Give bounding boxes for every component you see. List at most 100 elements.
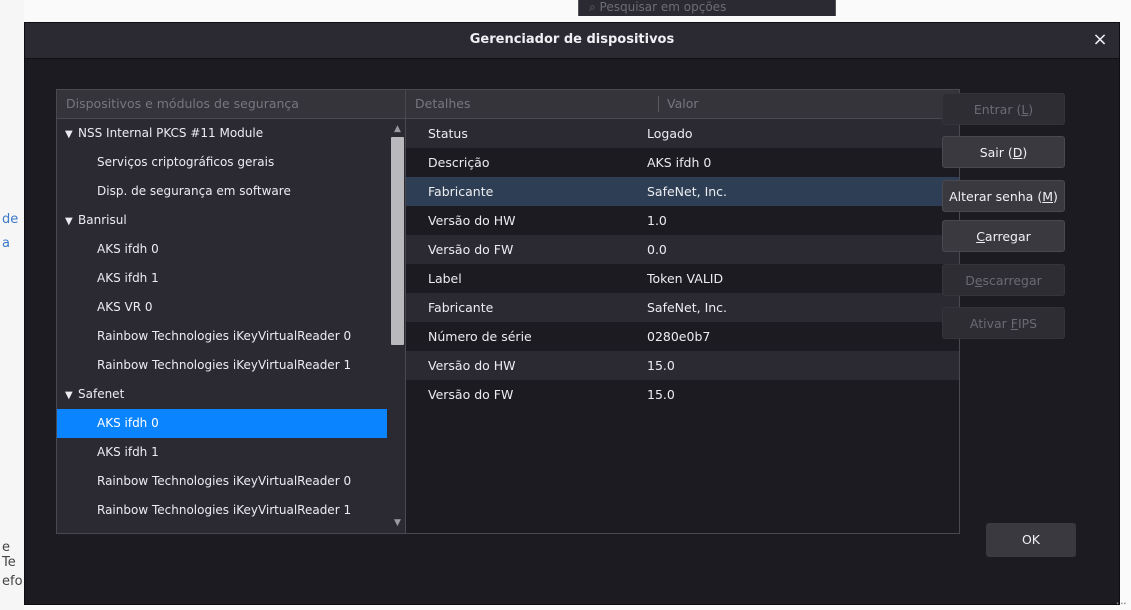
detail-key: Versão do FW bbox=[428, 242, 514, 257]
background-text: a bbox=[2, 236, 10, 251]
button-label-part: Entrar ( bbox=[973, 102, 1022, 117]
background-text: e Te bbox=[2, 540, 16, 570]
tree-column-header[interactable]: Dispositivos e módulos de segurança bbox=[57, 90, 406, 119]
logout-button[interactable]: Sair (D) bbox=[942, 136, 1065, 168]
tree-scrollbar[interactable]: ▲ ▼ bbox=[389, 119, 406, 533]
enable-fips-button[interactable]: Ativar FIPS bbox=[942, 307, 1065, 339]
button-access-key: M bbox=[1042, 189, 1053, 204]
tree-row-label: Serviços criptográficos gerais bbox=[97, 155, 275, 169]
tree-module-row[interactable]: ▼ Safenet bbox=[57, 380, 387, 409]
details-rows: Status Logado Descrição AKS ifdh 0 Fabricant… bbox=[406, 119, 959, 409]
details-row[interactable]: Número de série 0280e0b7 bbox=[406, 322, 959, 351]
tree-device-row[interactable]: AKS ifdh 1 bbox=[57, 438, 387, 467]
scrollbar-thumb[interactable] bbox=[391, 137, 404, 345]
details-row[interactable]: Versão do FW 15.0 bbox=[406, 380, 959, 409]
details-row[interactable]: Fabricante SafeNet, Inc. bbox=[406, 293, 959, 322]
detail-key: Label bbox=[428, 271, 462, 286]
login-button[interactable]: Entrar (L) bbox=[942, 93, 1065, 125]
search-icon: ⌕ bbox=[589, 0, 600, 14]
tree-device-row[interactable]: AKS ifdh 0 bbox=[57, 409, 387, 438]
tree-device-row[interactable]: AKS ifdh 0 bbox=[57, 235, 387, 264]
background-text: de bbox=[2, 212, 19, 227]
detail-value: 15.0 bbox=[647, 387, 675, 402]
tree-device-row[interactable]: Disp. de segurança em software bbox=[57, 177, 387, 206]
tree-module-row[interactable]: ▼ NSS Internal PKCS #11 Module bbox=[57, 119, 387, 148]
tree-device-row[interactable]: AKS ifdh 1 bbox=[57, 264, 387, 293]
details-row[interactable]: Status Logado bbox=[406, 119, 959, 148]
tree-row-label: Rainbow Technologies iKeyVirtualReader 1 bbox=[97, 358, 352, 372]
tree-row-label: Rainbow Technologies iKeyVirtualReader 0 bbox=[97, 329, 352, 343]
tree-module-row[interactable]: ▼ Banrisul bbox=[57, 206, 387, 235]
resize-grip-icon[interactable]: ⠠⠤ bbox=[1112, 597, 1127, 608]
chevron-down-icon[interactable]: ▼ bbox=[65, 207, 78, 236]
security-modules-tree[interactable]: Dispositivos e módulos de segurança ▼ NSS… bbox=[56, 89, 407, 534]
chevron-down-icon[interactable]: ▼ bbox=[65, 120, 78, 149]
background-app: de a e Te efo bbox=[0, 0, 24, 610]
column-header-details[interactable]: Detalhes bbox=[415, 90, 470, 118]
tree-device-row[interactable]: AKS VR 0 bbox=[57, 293, 387, 322]
tree-row-label: Safenet bbox=[78, 387, 125, 401]
ok-button[interactable]: OK bbox=[986, 523, 1076, 557]
tree-row-label: Banrisul bbox=[78, 213, 127, 227]
chevron-down-icon[interactable]: ▼ bbox=[65, 381, 78, 410]
details-row[interactable]: Versão do HW 15.0 bbox=[406, 351, 959, 380]
button-label-part: ) bbox=[1022, 145, 1028, 160]
tree-device-row[interactable]: Serviços criptográficos gerais bbox=[57, 148, 387, 177]
button-label-part: arregar bbox=[984, 229, 1031, 244]
details-table: Detalhes Valor Status Logado Descrição AKS … bbox=[405, 89, 960, 534]
detail-key: Fabricante bbox=[428, 184, 494, 199]
detail-key: Fabricante bbox=[428, 300, 494, 315]
scroll-up-icon[interactable]: ▲ bbox=[389, 121, 406, 137]
load-button[interactable]: Carregar bbox=[942, 220, 1065, 252]
background-text: efo bbox=[2, 574, 23, 589]
tree-row-label: AKS ifdh 1 bbox=[97, 445, 159, 459]
button-label-part: Sair ( bbox=[979, 145, 1013, 160]
button-label-part: ) bbox=[1053, 189, 1058, 204]
details-row[interactable]: Fabricante SafeNet, Inc. bbox=[406, 177, 959, 206]
change-password-button[interactable]: Alterar senha (M) bbox=[942, 180, 1065, 212]
detail-key: Versão do HW bbox=[428, 213, 516, 228]
tree-device-row[interactable]: Rainbow Technologies iKeyVirtualReader 1 bbox=[57, 351, 387, 380]
search-placeholder: Pesquisar em opções bbox=[599, 0, 727, 14]
details-header: Detalhes Valor bbox=[406, 90, 959, 119]
scroll-down-icon[interactable]: ▼ bbox=[389, 515, 406, 531]
details-row[interactable]: Descrição AKS ifdh 0 bbox=[406, 148, 959, 177]
tree-row-label: Rainbow Technologies iKeyVirtualReader 0 bbox=[97, 474, 352, 488]
button-access-key: F bbox=[1010, 316, 1018, 331]
details-row[interactable]: Label Token VALID bbox=[406, 264, 959, 293]
detail-key: Número de série bbox=[428, 329, 532, 344]
button-label-part: scarregar bbox=[982, 273, 1042, 288]
tree-row-label: AKS ifdh 0 bbox=[97, 416, 159, 430]
detail-value: 0280e0b7 bbox=[647, 329, 711, 344]
button-label-part: Ativar bbox=[969, 316, 1011, 331]
detail-key: Status bbox=[428, 126, 468, 141]
unload-button[interactable]: Descarregar bbox=[942, 264, 1065, 296]
button-access-key: C bbox=[976, 229, 985, 244]
detail-key: Descrição bbox=[428, 155, 490, 170]
button-access-key: D bbox=[1012, 145, 1023, 160]
detail-value: Token VALID bbox=[647, 271, 724, 286]
column-header-value[interactable]: Valor bbox=[658, 96, 699, 112]
tree-row-label: AKS ifdh 0 bbox=[97, 242, 159, 256]
details-row[interactable]: Versão do HW 1.0 bbox=[406, 206, 959, 235]
detail-value: 15.0 bbox=[647, 358, 675, 373]
tree-row-label: Rainbow Technologies iKeyVirtualReader 1 bbox=[97, 503, 352, 517]
tree-row-label: AKS ifdh 1 bbox=[97, 271, 159, 285]
background-search-field: ⌕ Pesquisar em opções bbox=[578, 0, 836, 16]
detail-value: SafeNet, Inc. bbox=[647, 300, 728, 315]
detail-value: AKS ifdh 0 bbox=[647, 155, 712, 170]
button-label-part: IPS bbox=[1017, 316, 1038, 331]
tree-row-label: AKS VR 0 bbox=[97, 300, 153, 314]
dialog-titlebar: Gerenciador de dispositivos × bbox=[25, 23, 1119, 59]
tree-device-row[interactable]: Rainbow Technologies iKeyVirtualReader 1 bbox=[57, 496, 387, 525]
button-access-key: e bbox=[974, 273, 983, 288]
detail-value: Logado bbox=[647, 126, 693, 141]
button-label-part: D bbox=[965, 273, 975, 288]
dialog-title: Gerenciador de dispositivos bbox=[469, 32, 675, 47]
tree-device-row[interactable]: Rainbow Technologies iKeyVirtualReader 0 bbox=[57, 322, 387, 351]
details-row[interactable]: Versão do FW 0.0 bbox=[406, 235, 959, 264]
tree-row-label: Disp. de segurança em software bbox=[97, 184, 291, 198]
close-icon[interactable]: × bbox=[1089, 29, 1111, 51]
detail-value: SafeNet, Inc. bbox=[647, 184, 728, 199]
tree-device-row[interactable]: Rainbow Technologies iKeyVirtualReader 0 bbox=[57, 467, 387, 496]
